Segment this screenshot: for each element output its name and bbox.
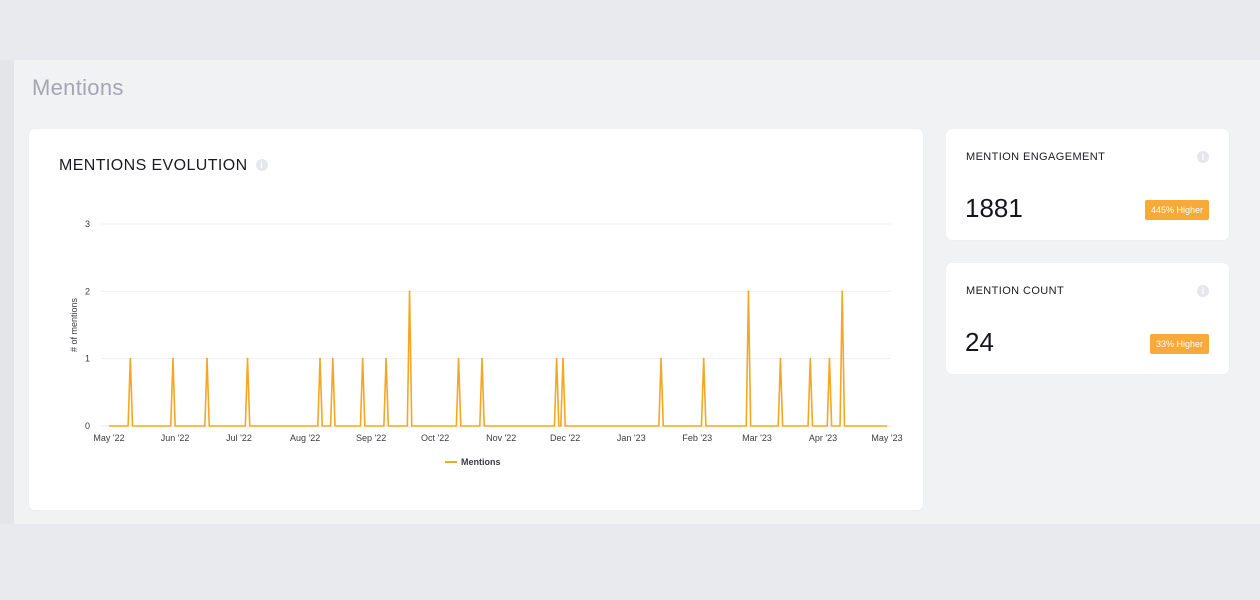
x-tick-label: Sep '22 (356, 433, 386, 443)
x-tick-label: May '23 (871, 433, 902, 443)
y-axis-label: # of mentions (69, 297, 79, 352)
y-tick-label: 1 (85, 354, 90, 364)
info-icon[interactable]: i (1197, 285, 1209, 297)
x-tick-label: Apr '23 (809, 433, 837, 443)
mention-engagement-label: MENTION ENGAGEMENT (966, 151, 1106, 163)
data-point (747, 290, 750, 293)
data-point (660, 357, 662, 360)
x-tick-label: Jul '22 (226, 433, 252, 443)
count-change-badge: 33% Higher (1149, 334, 1209, 354)
y-tick-label: 3 (85, 219, 90, 229)
data-point (562, 357, 564, 360)
x-tick-label: Aug '22 (290, 433, 320, 443)
mention-engagement-card: MENTION ENGAGEMENT i 1881 445% Higher (946, 129, 1229, 240)
y-tick-label: 0 (85, 421, 90, 431)
x-tick-label: Jan '23 (617, 433, 646, 443)
legend-label: Mentions (461, 457, 501, 467)
x-tick-label: Dec '22 (550, 433, 580, 443)
data-point (828, 357, 831, 360)
data-point (555, 357, 558, 360)
x-tick-label: Oct '22 (421, 433, 449, 443)
mention-count-card: MENTION COUNT i 24 33% Higher (946, 263, 1229, 374)
x-tick-label: Jun '22 (161, 433, 190, 443)
data-point (841, 290, 844, 293)
data-point (319, 357, 321, 360)
mention-engagement-value: 1881 (965, 193, 1023, 223)
mentions-chart: 0 1 2 3 # of mentions May '22 Jun '22 Jul '22 Au… (69, 219, 903, 467)
data-point (385, 357, 387, 360)
y-tick-label: 2 (85, 286, 90, 296)
data-point (331, 357, 334, 360)
data-point (809, 357, 812, 360)
data-point (246, 357, 249, 360)
data-point (481, 357, 483, 360)
mention-count-value: 24 (965, 327, 994, 357)
x-tick-label: May '22 (93, 433, 124, 443)
data-point (408, 290, 411, 293)
mentions-evolution-card: MENTIONS EVOLUTION i 0 1 2 3 # of mentions May… (29, 129, 923, 510)
data-point (457, 357, 460, 360)
x-tick-label: Mar '23 (742, 433, 772, 443)
data-point (129, 357, 132, 360)
data-point (779, 357, 782, 360)
engagement-change-badge: 445% Higher (1144, 200, 1209, 220)
info-icon[interactable]: i (1197, 151, 1209, 163)
data-point (172, 357, 174, 360)
mention-count-label: MENTION COUNT (966, 285, 1065, 297)
data-point (206, 357, 208, 360)
x-tick-label: Feb '23 (682, 433, 712, 443)
data-point (702, 357, 705, 360)
x-tick-label: Nov '22 (486, 433, 516, 443)
page-title: Mentions (32, 75, 124, 100)
data-point (361, 357, 364, 360)
